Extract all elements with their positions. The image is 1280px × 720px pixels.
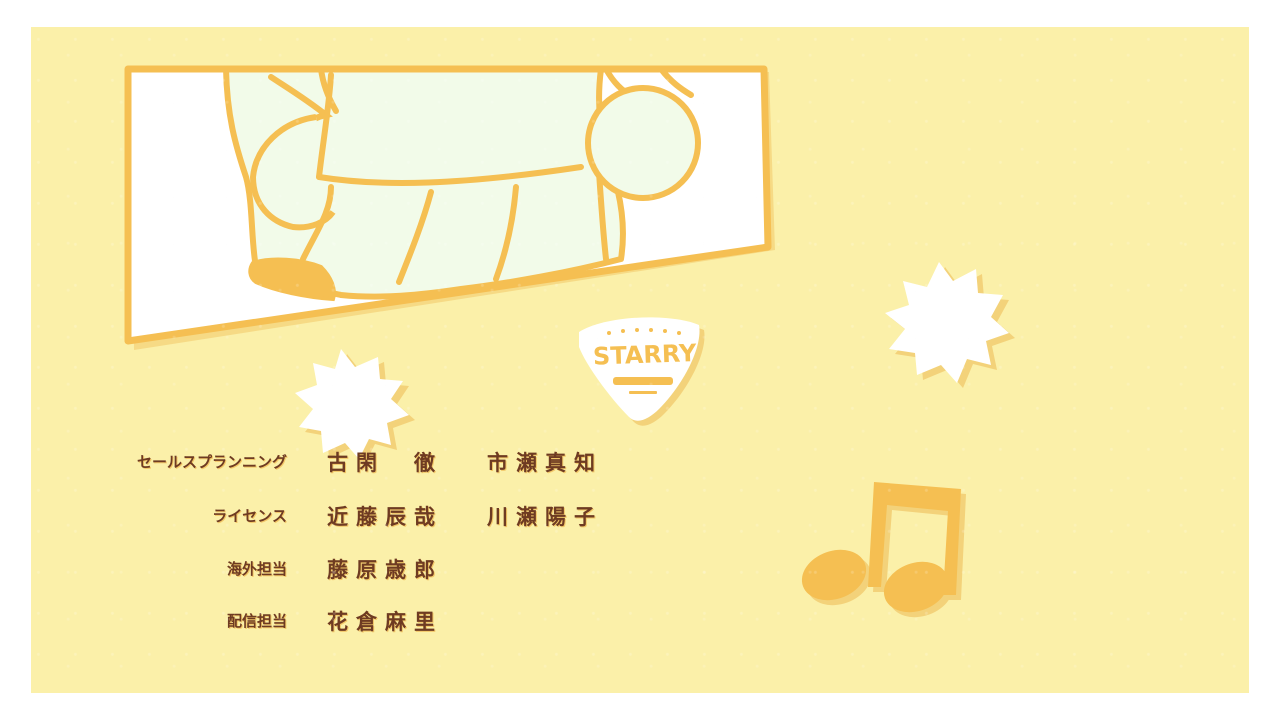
credit-row: 海外担当 藤原歳郎	[31, 554, 1249, 584]
credit-name: 花倉麻里	[327, 610, 443, 634]
credit-role: ライセンス	[212, 507, 287, 525]
credit-name: 川瀬陽子	[487, 505, 603, 529]
credit-row: ライセンス 近藤辰哉 川瀬陽子	[31, 501, 1249, 531]
credits-list: セールスプランニング 古閑 徹 市瀬真知 ライセンス 近藤辰哉 川瀬陽子 海外担…	[31, 27, 1249, 693]
credit-row: 配信担当 花倉麻里	[31, 606, 1249, 636]
credit-role: 配信担当	[226, 612, 287, 630]
credit-name: 市瀬真知	[487, 451, 603, 475]
credit-row: セールスプランニング 古閑 徹 市瀬真知	[31, 447, 1249, 477]
credit-role: 海外担当	[226, 560, 287, 578]
credit-name: 古閑 徹	[327, 451, 443, 475]
credit-frame: STARRY セールスプランニング 古閑 徹 市瀬真知 ライセンス 近藤辰哉 川…	[31, 27, 1249, 693]
credit-role: セールスプランニング	[136, 453, 287, 471]
credit-name: 藤原歳郎	[327, 558, 443, 582]
credit-name: 近藤辰哉	[327, 505, 443, 529]
